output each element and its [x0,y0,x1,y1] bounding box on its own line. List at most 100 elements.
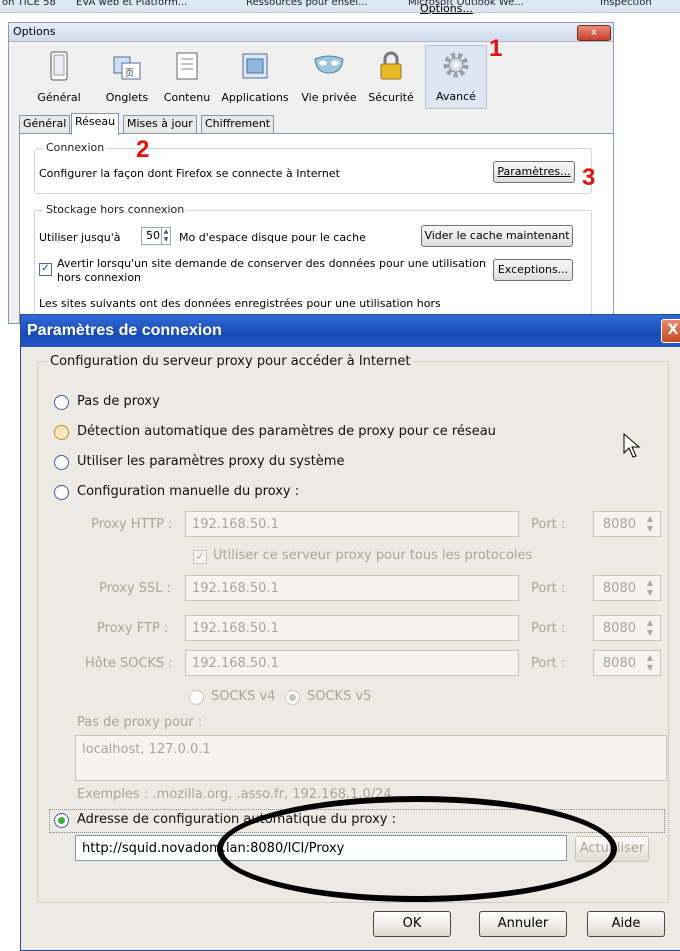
socks-port-label: Port : [531,656,566,671]
bookmark-item[interactable]: EVA web et Platform... [76,0,187,8]
annotation-marker: 1 [489,35,503,62]
pane-label: Avancé [436,90,476,103]
no-proxy-for-textarea[interactable]: localhost, 127.0.0.1 [75,735,667,781]
cache-size-stepper[interactable]: 50 ▲ ▼ [141,227,171,245]
http-proxy-label: Proxy HTTP : [91,517,173,532]
connexion-label: Connexion [43,141,108,154]
same-proxy-label: Utiliser ce serveur proxy pour tous les … [213,548,533,563]
socks-v5-radio[interactable] [285,690,300,705]
help-button[interactable]: Aide [587,911,665,937]
ok-button[interactable]: OK [373,911,451,937]
close-icon[interactable]: X [661,319,680,343]
socks-v4-radio[interactable] [189,690,204,705]
options-title: Options [13,25,56,38]
options-window: Options x Général 页 Onglets Contenu Appl… [8,22,614,324]
pane-applications[interactable]: Applications [221,47,289,107]
ssl-proxy-label: Proxy SSL : [99,581,172,596]
socks-v5-label: SOCKS v5 [307,689,372,704]
manual-proxy-radio[interactable] [54,485,69,500]
ssl-proxy-input[interactable]: 192.168.50.1 [185,575,519,601]
close-icon[interactable]: x [577,25,611,41]
manual-proxy-label: Configuration manuelle du proxy : [77,484,300,499]
http-proxy-input[interactable]: 192.168.50.1 [185,511,519,537]
dialog-titlebar: Paramètres de connexion X [21,315,680,347]
no-proxy-for-value: localhost, 127.0.0.1 [82,742,211,757]
options-menu-item[interactable]: Options... [420,2,473,15]
socks-port-value: 8080 [602,656,636,671]
exceptions-button[interactable]: Exceptions... [493,259,573,281]
offline-storage-label: Stockage hors connexion [43,203,188,216]
ssl-port-value: 8080 [602,581,636,596]
pane-label: Applications [221,91,289,104]
dialog-title: Paramètres de connexion [27,322,222,339]
bookmark-item[interactable]: Inspection [600,0,652,8]
socks-host-input[interactable]: 192.168.50.1 [185,650,519,676]
pane-security[interactable]: Sécurité [361,47,421,107]
auto-detect-label: Détection automatique des paramètres de … [77,424,496,439]
socks-v4-label: SOCKS v4 [211,689,276,704]
auto-config-radio[interactable] [54,813,69,828]
options-titlebar: Options x [9,23,613,42]
ftp-port-label: Port : [531,621,566,636]
warn-text-line2: hors connexion [57,271,142,284]
warn-text-line1: Avertir lorsqu'un site demande de conser… [57,257,486,270]
auto-detect-radio[interactable] [54,425,69,440]
http-port-value: 8080 [602,517,636,532]
pane-advanced[interactable]: Avancé [425,45,487,109]
pane-general[interactable]: Général [29,47,89,107]
connexion-text: Configurer la façon dont Firefox se conn… [39,167,340,180]
cancel-button[interactable]: Annuler [479,911,567,937]
system-proxy-label: Utiliser les paramètres proxy du système [77,454,345,469]
proxy-group-label: Configuration du serveur proxy pour accé… [47,354,414,369]
tab-network[interactable]: Réseau [71,113,120,135]
socks-host-label: Hôte SOCKS : [85,656,173,671]
stepper-arrows-icon[interactable]: ▲ ▼ [161,228,170,244]
general-icon [44,51,74,81]
tab-general[interactable]: Général [19,115,71,134]
pane-privacy[interactable]: Vie privée [299,47,359,107]
annotation-marker: 3 [582,164,596,191]
tabs-icon: 页 [112,51,142,81]
settings-button[interactable]: Paramètres... [493,161,575,183]
clear-cache-button[interactable]: Vider le cache maintenant [421,225,573,247]
connexion-group: Connexion Configurer la façon dont Firef… [34,141,592,194]
ftp-proxy-input[interactable]: 192.168.50.1 [185,615,519,641]
bookmark-item[interactable]: Ressources pour ensei... [246,0,368,8]
bookmark-item[interactable]: on TICE 58 [2,0,56,8]
offline-storage-group: Stockage hors connexion Utiliser jusqu'à… [34,203,592,323]
socks-port-stepper[interactable]: 8080 ▲ ▼ [593,650,661,676]
applications-icon [240,51,270,81]
offline-sites-text: Les sites suivants ont des données enreg… [39,297,441,310]
tab-encryption[interactable]: Chiffrement [201,115,275,134]
http-port-label: Port : [531,517,566,532]
tab-updates[interactable]: Mises à jour [123,115,197,134]
gear-icon [441,50,471,80]
annotation-ellipse [217,796,617,902]
stepper-arrows-icon[interactable]: ▲ ▼ [642,514,658,534]
ssl-port-label: Port : [531,581,566,596]
same-proxy-checkbox[interactable]: ✓ [193,550,207,564]
warn-checkbox[interactable]: ✓ [39,263,52,276]
content-icon [172,51,202,81]
annotation-marker: 2 [136,136,150,163]
stepper-arrows-icon[interactable]: ▲ ▼ [642,618,658,638]
ftp-proxy-label: Proxy FTP : [97,621,169,636]
stepper-arrows-icon[interactable]: ▲ ▼ [642,578,658,598]
padlock-icon [376,51,406,81]
privacy-mask-icon [314,51,344,81]
stepper-arrows-icon[interactable]: ▲ ▼ [642,653,658,673]
cache-unit-label: Mo d'espace disque pour le cache [179,231,366,244]
ssl-port-stepper[interactable]: 8080 ▲ ▼ [593,575,661,601]
svg-text:页: 页 [125,68,134,79]
use-up-to-label: Utiliser jusqu'à [39,231,121,244]
network-panel: Connexion Configurer la façon dont Firef… [19,133,613,323]
no-proxy-radio[interactable] [54,395,69,410]
bookmarks-toolbar: on TICE 58 EVA web et Platform... Ressou… [0,0,680,13]
no-proxy-for-label: Pas de proxy pour : [77,715,203,730]
mouse-cursor-icon [623,433,641,458]
ftp-port-stepper[interactable]: 8080 ▲ ▼ [593,615,661,641]
http-port-stepper[interactable]: 8080 ▲ ▼ [593,511,661,537]
system-proxy-radio[interactable] [54,455,69,470]
pane-content[interactable]: Contenu [157,47,217,107]
ftp-port-value: 8080 [602,621,636,636]
